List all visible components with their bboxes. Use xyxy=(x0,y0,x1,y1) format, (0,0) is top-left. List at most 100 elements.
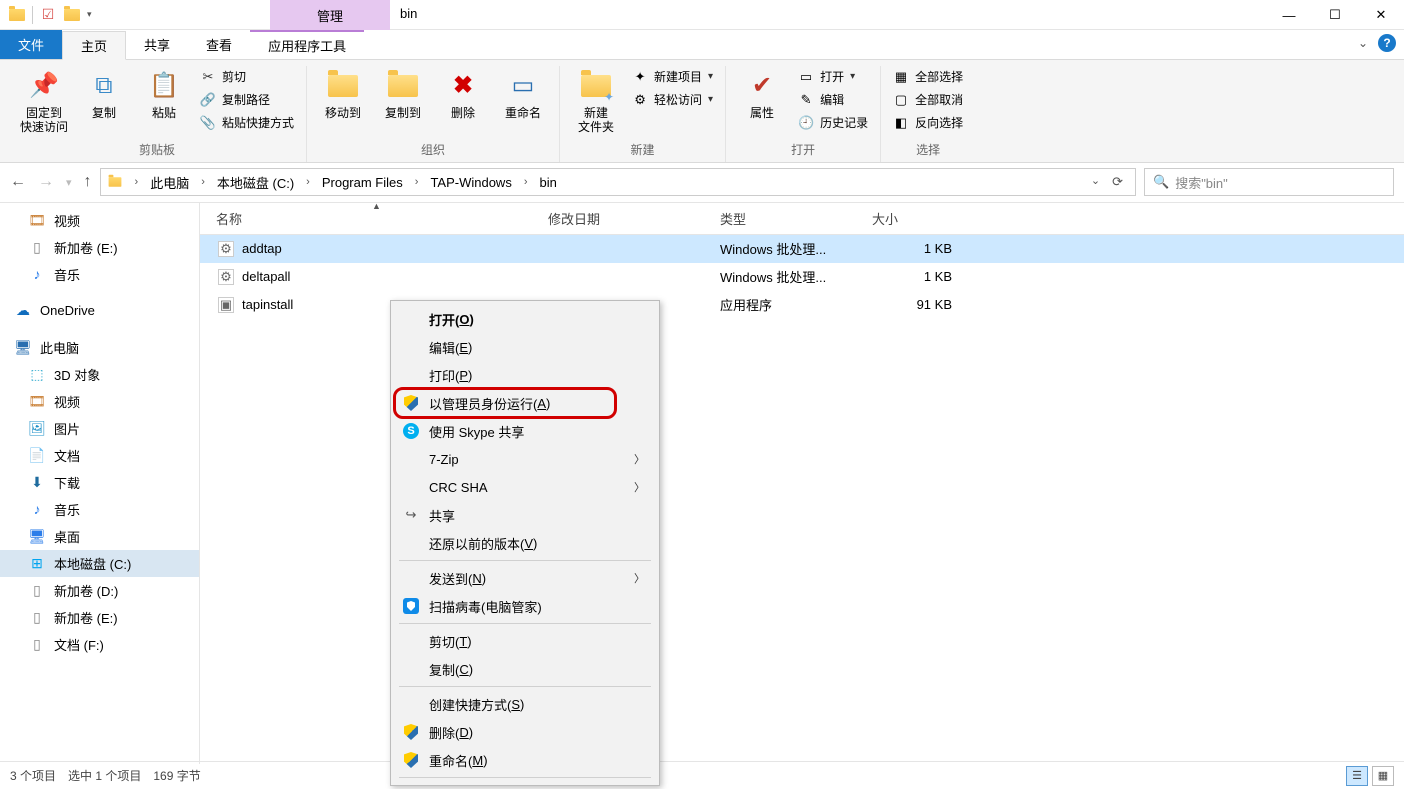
tab-view[interactable]: 查看 xyxy=(188,30,250,59)
tree-item-onedrive[interactable]: ☁OneDrive xyxy=(0,298,199,324)
tree-item-downloads[interactable]: ⬇下载 xyxy=(0,469,199,496)
paste-shortcut-icon: 📎 xyxy=(200,115,216,131)
crumb-tap-windows[interactable]: TAP-Windows xyxy=(430,175,511,190)
col-size[interactable]: 大小 xyxy=(872,203,898,235)
ctx-send-to[interactable]: 发送到(N)〉 xyxy=(393,564,657,592)
forward-button[interactable]: → xyxy=(38,173,54,191)
history-button[interactable]: 🕘历史记录 xyxy=(794,112,872,133)
tree-item-newvol-d[interactable]: ▯新加卷 (D:) xyxy=(0,577,199,604)
address-dropdown-icon[interactable]: ⌄ xyxy=(1091,174,1100,190)
help-icon[interactable]: ? xyxy=(1378,34,1396,52)
tab-app-tools[interactable]: 应用程序工具 xyxy=(250,30,364,59)
address-box[interactable]: › 此电脑 › 本地磁盘 (C:) › Program Files › TAP-… xyxy=(100,168,1136,196)
qat-dropdown-icon[interactable]: ▾ xyxy=(87,9,92,20)
music-icon: ♪ xyxy=(28,500,46,518)
tree-item-video2[interactable]: 🎞视频 xyxy=(0,388,199,415)
properties-button[interactable]: ✔属性 xyxy=(734,66,790,124)
rename-button[interactable]: ▭重命名 xyxy=(495,66,551,124)
ctx-7zip[interactable]: 7-Zip〉 xyxy=(393,445,657,473)
tree-item-music[interactable]: ♪音乐 xyxy=(0,261,199,288)
crumb-drive[interactable]: 本地磁盘 (C:) xyxy=(217,173,294,192)
ctx-crc-sha[interactable]: CRC SHA〉 xyxy=(393,473,657,501)
icons-view-button[interactable]: ▦ xyxy=(1372,766,1394,786)
tree-item-pictures[interactable]: 🖼图片 xyxy=(0,415,199,442)
paste-shortcut-button[interactable]: 📎粘贴快捷方式 xyxy=(196,112,298,133)
tab-share[interactable]: 共享 xyxy=(126,30,188,59)
details-view-button[interactable]: ☰ xyxy=(1346,766,1368,786)
col-type[interactable]: 类型 xyxy=(720,203,746,235)
share-icon: ↪ xyxy=(401,505,421,525)
ctx-restore-versions[interactable]: 还原以前的版本(V) xyxy=(393,529,657,557)
pin-quick-access-button[interactable]: 📌 固定到 快速访问 xyxy=(16,66,72,139)
navigation-tree[interactable]: 🎞视频 ▯新加卷 (E:) ♪音乐 ☁OneDrive 🖥此电脑 ⬚3D 对象 … xyxy=(0,203,200,764)
tree-item-video[interactable]: 🎞视频 xyxy=(0,207,199,234)
paste-button[interactable]: 📋 粘贴 xyxy=(136,66,192,124)
select-none-button[interactable]: ▢全部取消 xyxy=(889,89,967,110)
file-row-tapinstall[interactable]: ▣tapinstall 应用程序 91 KB xyxy=(200,291,1404,319)
tree-item-documents[interactable]: 📄文档 xyxy=(0,442,199,469)
ribbon-group-new: 新建 文件夹 ✦新建项目▾ ⚙轻松访问▾ 新建 xyxy=(560,66,726,162)
copy-button[interactable]: ⧉ 复制 xyxy=(76,66,132,124)
refresh-icon[interactable]: ⟳ xyxy=(1112,174,1123,190)
crumb-pc[interactable]: 此电脑 xyxy=(150,173,189,192)
tree-item-newvol-e[interactable]: ▯新加卷 (E:) xyxy=(0,234,199,261)
chevron-icon[interactable]: › xyxy=(306,176,310,188)
back-button[interactable]: ← xyxy=(10,173,26,191)
cut-button[interactable]: ✂剪切 xyxy=(196,66,298,87)
copy-path-button[interactable]: 🔗复制路径 xyxy=(196,89,298,110)
easy-access-button[interactable]: ⚙轻松访问▾ xyxy=(628,89,717,110)
invert-selection-button[interactable]: ◧反向选择 xyxy=(889,112,967,133)
ctx-create-shortcut[interactable]: 创建快捷方式(S) xyxy=(393,690,657,718)
tree-item-drive-c[interactable]: ⊞本地磁盘 (C:) xyxy=(0,550,199,577)
tree-item-desktop[interactable]: 🖥桌面 xyxy=(0,523,199,550)
tab-file[interactable]: 文件 xyxy=(0,30,62,59)
chevron-icon[interactable]: › xyxy=(201,176,205,188)
up-button[interactable]: ↑ xyxy=(84,173,92,191)
ctx-skype-share[interactable]: S使用 Skype 共享 xyxy=(393,417,657,445)
ctx-print[interactable]: 打印(P) xyxy=(393,361,657,389)
ctx-copy[interactable]: 复制(C) xyxy=(393,655,657,683)
tree-item-thispc[interactable]: 🖥此电脑 xyxy=(0,334,199,361)
tree-item-docs-f[interactable]: ▯文档 (F:) xyxy=(0,631,199,658)
copy-to-button[interactable]: 复制到 xyxy=(375,66,431,124)
chevron-icon[interactable]: › xyxy=(524,176,528,188)
open-button[interactable]: ▭打开▾ xyxy=(794,66,872,87)
recent-dropdown[interactable]: ▾ xyxy=(66,176,72,189)
new-item-button[interactable]: ✦新建项目▾ xyxy=(628,66,717,87)
chevron-icon[interactable]: › xyxy=(415,176,419,188)
chevron-icon[interactable]: › xyxy=(135,176,139,188)
folder-qat-icon[interactable] xyxy=(63,6,81,24)
properties-qat-icon[interactable]: ☑ xyxy=(39,6,57,24)
col-date[interactable]: 修改日期 xyxy=(548,203,600,235)
tree-item-newvol-e2[interactable]: ▯新加卷 (E:) xyxy=(0,604,199,631)
ctx-share[interactable]: ↪共享 xyxy=(393,501,657,529)
delete-button[interactable]: ✖删除 xyxy=(435,66,491,124)
ctx-run-as-admin[interactable]: 以管理员身份运行(A) xyxy=(393,389,657,417)
maximize-button[interactable]: ☐ xyxy=(1312,0,1358,30)
ctx-edit[interactable]: 编辑(E) xyxy=(393,333,657,361)
ctx-rename[interactable]: 重命名(M) xyxy=(393,746,657,774)
rename-icon: ▭ xyxy=(507,70,539,102)
crumb-program-files[interactable]: Program Files xyxy=(322,175,403,190)
col-name[interactable]: 名称 xyxy=(216,203,242,235)
ctx-cut[interactable]: 剪切(T) xyxy=(393,627,657,655)
collapse-ribbon-icon[interactable]: ⌄ xyxy=(1358,36,1368,50)
tree-item-3dobjects[interactable]: ⬚3D 对象 xyxy=(0,361,199,388)
select-all-button[interactable]: ▦全部选择 xyxy=(889,66,967,87)
ctx-open[interactable]: 打开(O) xyxy=(393,305,657,333)
file-row-addtap[interactable]: ⚙addtap Windows 批处理... 1 KB xyxy=(200,235,1404,263)
move-to-button[interactable]: 移动到 xyxy=(315,66,371,124)
new-folder-button[interactable]: 新建 文件夹 xyxy=(568,66,624,139)
close-button[interactable]: ✕ xyxy=(1358,0,1404,30)
file-row-deltapall[interactable]: ⚙deltapall Windows 批处理... 1 KB xyxy=(200,263,1404,291)
crumb-bin[interactable]: bin xyxy=(540,175,557,190)
ctx-scan-virus[interactable]: 扫描病毒(电脑管家) xyxy=(393,592,657,620)
minimize-button[interactable]: — xyxy=(1266,0,1312,30)
edit-button[interactable]: ✎编辑 xyxy=(794,89,872,110)
ctx-separator xyxy=(399,623,651,624)
tab-home[interactable]: 主页 xyxy=(62,31,126,60)
tree-item-music2[interactable]: ♪音乐 xyxy=(0,496,199,523)
ctx-delete[interactable]: 删除(D) xyxy=(393,718,657,746)
search-box[interactable]: 🔍 搜索"bin" xyxy=(1144,168,1394,196)
batch-file-icon: ⚙ xyxy=(218,241,234,257)
